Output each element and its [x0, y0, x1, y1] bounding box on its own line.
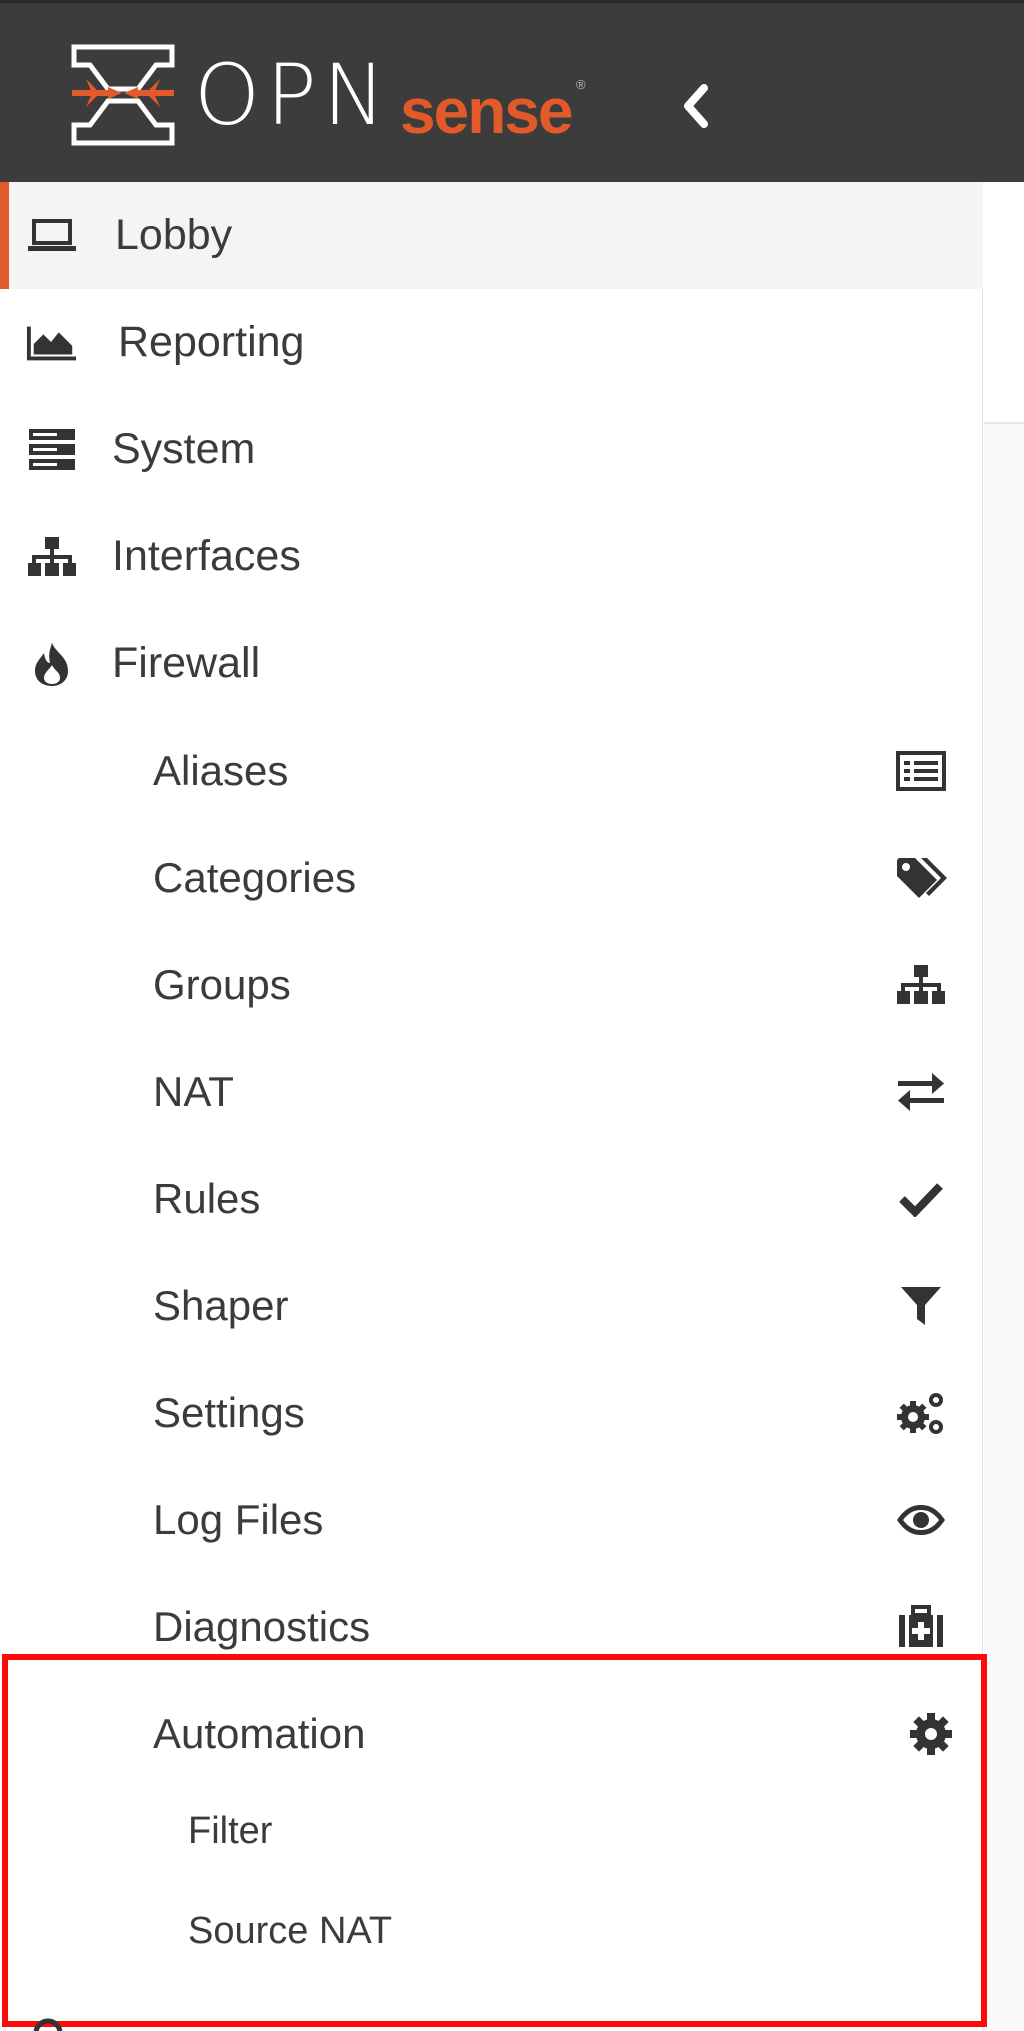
main-content-edge — [984, 182, 1024, 2031]
server-icon — [26, 428, 78, 470]
content-header-strip — [984, 182, 1024, 424]
sidebar-subitem-label: Diagnostics — [153, 1602, 371, 1650]
sidebar-subitem-diagnostics[interactable]: Diagnostics — [0, 1573, 983, 1680]
tags-icon — [893, 853, 949, 903]
sidebar-subitem-label: NAT — [153, 1067, 234, 1115]
logo-sense-text: sense — [400, 75, 573, 147]
fire-icon — [26, 642, 78, 686]
sidebar-subitem-automation[interactable]: Automation — [0, 1680, 983, 1787]
sidebar-subitem-label: Rules — [153, 1174, 261, 1222]
sidebar-subitem-label: Filter — [188, 1809, 273, 1852]
sitemap-icon — [26, 536, 78, 577]
opnsense-wordmark: OPN sense ® — [194, 43, 594, 147]
laptop-icon — [26, 216, 78, 256]
sidebar-subitem-nat[interactable]: NAT — [0, 1038, 983, 1145]
sidebar-subitem-label: Settings — [153, 1388, 305, 1436]
opnsense-logo-icon — [70, 43, 176, 147]
cog-icon — [903, 1709, 959, 1759]
sidebar-subitem-label: Categories — [153, 853, 357, 901]
eye-icon — [893, 1495, 949, 1545]
medkit-icon — [893, 1602, 949, 1652]
list-alt-icon — [893, 746, 949, 796]
sidebar-menu: Lobby Reporting System Interfaces Firewa… — [0, 182, 983, 2031]
sidebar-subitem-shaper[interactable]: Shaper — [0, 1252, 983, 1359]
sidebar-subitem-label: Automation — [153, 1709, 366, 1757]
check-icon — [893, 1174, 949, 1224]
partial-next-item-icon — [30, 2018, 66, 2031]
sidebar-subitem-settings[interactable]: Settings — [0, 1359, 983, 1466]
sidebar-item-lobby[interactable]: Lobby — [0, 182, 983, 289]
sidebar-collapse-button[interactable] — [672, 81, 718, 131]
cogs-icon — [893, 1388, 949, 1438]
filter-icon — [893, 1281, 949, 1331]
logo-opn-text: OPN — [194, 46, 392, 144]
sidebar-item-firewall[interactable]: Firewall — [0, 610, 983, 717]
sidebar-item-label: Firewall — [112, 639, 261, 687]
sidebar-item-label: Reporting — [118, 318, 305, 366]
sidebar-item-reporting[interactable]: Reporting — [0, 289, 983, 396]
sidebar-item-interfaces[interactable]: Interfaces — [0, 503, 983, 610]
sidebar-subitem-label: Log Files — [153, 1495, 324, 1543]
sidebar-subitem-groups[interactable]: Groups — [0, 931, 983, 1038]
sidebar-item-label: System — [112, 425, 256, 473]
sidebar-subitem-source-nat[interactable]: Source NAT — [0, 1881, 983, 1981]
area-chart-icon — [26, 323, 78, 363]
sidebar-subitem-label: Aliases — [153, 746, 289, 794]
top-navbar: OPN sense ® — [0, 0, 1024, 182]
exchange-icon — [893, 1067, 949, 1117]
sidebar-item-system[interactable]: System — [0, 396, 983, 503]
sidebar-subitem-filter[interactable]: Filter — [0, 1781, 983, 1881]
sidebar-subitem-categories[interactable]: Categories — [0, 824, 983, 931]
logo-registered-mark: ® — [576, 77, 586, 92]
sidebar-subitem-rules[interactable]: Rules — [0, 1145, 983, 1252]
sidebar-subitem-label: Source NAT — [188, 1909, 393, 1952]
chevron-left-icon — [684, 84, 708, 128]
sidebar-item-label: Lobby — [115, 211, 233, 259]
sidebar-subitem-label: Shaper — [153, 1281, 289, 1329]
sidebar-subitem-label: Groups — [153, 960, 291, 1008]
sidebar-subitem-log-files[interactable]: Log Files — [0, 1466, 983, 1573]
sidebar-subitem-aliases[interactable]: Aliases — [0, 717, 983, 824]
sitemap-icon — [893, 960, 949, 1010]
sidebar-item-label: Interfaces — [112, 532, 301, 580]
